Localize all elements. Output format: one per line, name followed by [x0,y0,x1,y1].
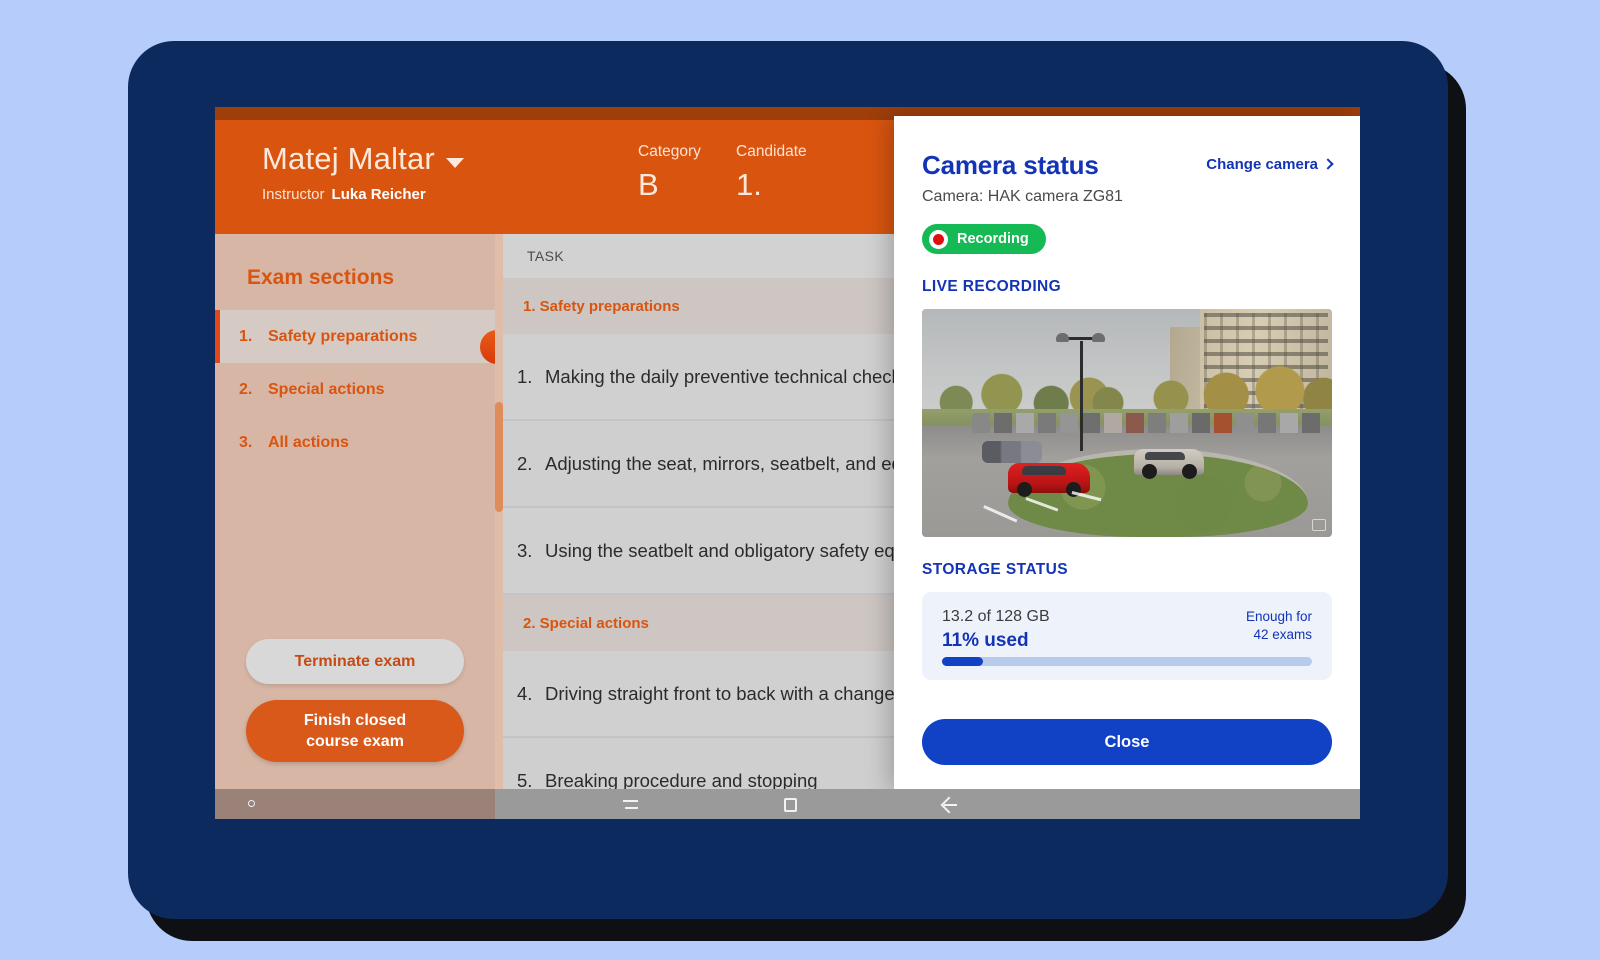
recording-label: Recording [957,231,1029,247]
wheel [1142,464,1157,479]
camera-status-modal: Camera status Change camera Camera: HAK … [894,116,1360,791]
user-menu-trigger[interactable]: Matej Maltar [262,141,582,177]
finish-button-line2: course exam [306,733,404,750]
storage-left: 13.2 of 128 GB 11% used [942,608,1050,652]
finish-closed-course-exam-button[interactable]: Finish closed course exam [246,700,464,762]
red-car [1008,463,1090,493]
live-camera-feed[interactable] [922,309,1332,537]
home-square-icon[interactable] [782,796,799,813]
instructor-label: Instructor [262,186,325,203]
section-label: All actions [268,434,349,452]
task-scrollbar-thumb[interactable] [495,402,503,512]
change-camera-label: Change camera [1206,156,1318,173]
silver-car [1134,449,1204,475]
task-number: 4. [517,683,545,705]
lamp-head-right [1092,333,1105,342]
enough-for-line1: Enough for [1246,608,1312,626]
instructor-name: Luka Reicher [332,186,426,203]
user-block: Matej Maltar Instructor Luka Reicher [262,141,582,203]
storage-progress-track [942,657,1312,666]
category-block: Category B [638,143,736,203]
lamp-head-left [1056,333,1069,342]
status-dot-icon [248,800,255,807]
storage-percent: 11% used [942,630,1050,652]
task-scrollbar-track[interactable] [495,234,503,796]
sidebar-item-all-actions[interactable]: 3. All actions [215,416,495,469]
page-title: Camera status [922,150,1099,181]
category-value: B [638,167,736,203]
instructor-row: Instructor Luka Reicher [262,186,582,203]
change-camera-link[interactable]: Change camera [1206,156,1332,173]
parked-cars-row [972,413,1332,433]
camera-watermark-icon [1312,519,1326,531]
status-badge: Recording [922,224,1046,254]
nav-bar-left-tint [215,789,495,819]
sidebar-action-buttons: Terminate exam Finish closed course exam [246,639,464,762]
home-square-shape [784,798,797,812]
section-label: Special actions [268,381,385,399]
silver-car-window [1145,452,1185,460]
chevron-down-icon[interactable] [446,158,464,168]
tablet-screen: Matej Maltar Instructor Luka Reicher Cat… [215,107,1360,819]
storage-card: 13.2 of 128 GB 11% used Enough for 42 ex… [922,592,1332,680]
task-number: 3. [517,540,545,562]
terminate-exam-button[interactable]: Terminate exam [246,639,464,684]
section-label: Safety preparations [268,328,417,346]
sidebar-title: Exam sections [247,266,495,290]
storage-top-row: 13.2 of 128 GB 11% used Enough for 42 ex… [942,608,1312,652]
wheel [1182,464,1197,479]
android-navigation-bar [215,789,1360,819]
user-name: Matej Maltar [262,141,435,177]
task-number: 1. [517,366,545,388]
modal-title-row: Camera status Change camera [922,150,1332,181]
task-number: 2. [517,453,545,475]
candidate-value: 1. [736,167,856,203]
candidate-label: Candidate [736,143,856,161]
storage-status-label: STORAGE STATUS [922,561,1332,579]
category-label: Category [638,143,736,161]
section-number: 3. [239,434,268,452]
camera-subtitle: Camera: HAK camera ZG81 [922,188,1332,206]
recent-apps-icon[interactable] [623,796,640,813]
header-content: Matej Maltar Instructor Luka Reicher Cat… [262,141,856,203]
record-dot-inner [933,234,944,245]
sidebar-item-safety-preparations[interactable]: 1. Safety preparations [215,310,495,363]
storage-progress-fill [942,657,983,666]
section-number: 1. [239,328,268,346]
sidebar-item-special-actions[interactable]: 2. Special actions [215,363,495,416]
red-car-window [1022,466,1066,475]
back-arrow-icon[interactable] [941,796,958,813]
live-recording-label: LIVE RECORDING [922,278,1332,296]
task-text: Making the daily preventive technical ch… [545,366,928,388]
candidate-block: Candidate 1. [736,143,856,203]
back-arrow-line [944,804,957,806]
storage-amount: 13.2 of 128 GB [942,608,1050,626]
active-left-bar [215,310,220,363]
wheel [1017,482,1032,497]
exam-sections-sidebar: Exam sections 1. Safety preparations 2. … [215,234,495,796]
section-number: 2. [239,381,268,399]
close-button[interactable]: Close [922,719,1332,765]
finish-button-line1: Finish closed [304,712,406,729]
lamp-post-icon [1080,341,1083,451]
dark-parked-cars [982,441,1042,463]
section-list: 1. Safety preparations 2. Special action… [215,310,495,469]
enough-for-line2: 42 exams [1246,626,1312,644]
record-dot-icon [929,230,948,249]
storage-capacity-estimate: Enough for 42 exams [1246,608,1312,644]
chevron-right-icon [1322,158,1333,169]
